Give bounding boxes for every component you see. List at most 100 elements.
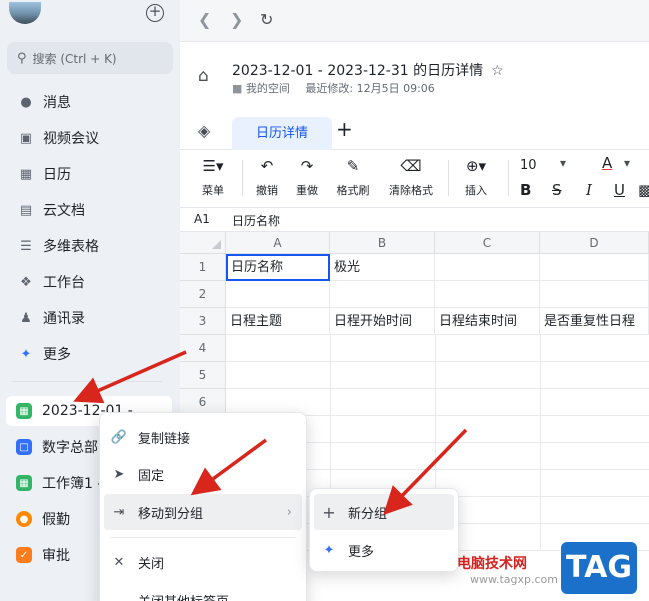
cell-A2[interactable]	[226, 281, 330, 308]
cell-B1[interactable]: 极光	[330, 254, 435, 281]
redo-button[interactable]: ↷ 重做	[292, 156, 322, 198]
sidebar-item-label: 多维表格	[43, 239, 99, 255]
divider	[12, 381, 162, 382]
font-size-select[interactable]: 10	[520, 158, 537, 173]
cell-B2[interactable]	[330, 281, 435, 308]
move-icon: ⇥	[113, 504, 125, 520]
row-header[interactable]: 5	[180, 362, 226, 389]
menu-item-pin[interactable]: ➤ 固定	[104, 456, 302, 492]
star-icon[interactable]: ☆	[491, 63, 504, 79]
more-apps-icon: ✦	[20, 346, 32, 362]
strikethrough-icon[interactable]: S	[552, 181, 562, 199]
doc-item-label: 审批	[42, 548, 70, 564]
font-color-icon[interactable]: A	[602, 154, 612, 172]
column-header[interactable]: B	[330, 232, 435, 254]
chevron-down-icon[interactable]: ▾	[560, 156, 566, 170]
pin-icon: ➤	[113, 466, 125, 482]
close-icon: ✕	[113, 554, 125, 570]
row-header[interactable]: 3	[180, 308, 226, 335]
search-input[interactable]: ⚲ 搜索 (Ctrl + K)	[7, 42, 173, 74]
doc-item-label: 工作簿1 -	[42, 476, 103, 492]
fill-color-icon[interactable]: ▩	[638, 181, 649, 199]
row-header[interactable]: 2	[180, 281, 226, 308]
menu-item-label: 移动到分组	[138, 506, 204, 522]
cell-C1[interactable]	[435, 254, 540, 281]
clear-format-button[interactable]: ⌫ 清除格式	[384, 156, 438, 198]
menu-item-label: 关闭其他标签页	[138, 591, 229, 601]
doc-icon: □	[16, 439, 32, 455]
tab-calendar-detail[interactable]: 日历详情	[232, 117, 332, 150]
row-header[interactable]: 4	[180, 335, 226, 362]
home-icon[interactable]: ⌂	[198, 66, 220, 88]
forward-icon[interactable]: ❯	[230, 10, 243, 29]
chevron-down-icon[interactable]: ▾	[624, 156, 630, 170]
cell-D1[interactable]	[540, 254, 649, 281]
group-submenu: + 新分组 ✦ 更多	[309, 488, 459, 572]
sidebar-item-label: 日历	[43, 167, 71, 183]
toolbar: ☰▾ 菜单 ↶ 撤销 ↷ 重做 ✎ 格式刷 ⌫ 清除格式 ⊕▾ 插入 10 ▾ …	[180, 150, 649, 208]
formula-input[interactable]: 日历名称	[232, 212, 280, 229]
page-title: 2023-12-01 - 2023-12-31 的日历详情 ☆	[232, 60, 504, 80]
contacts-icon: ♟	[20, 310, 32, 326]
avatar[interactable]	[9, 2, 41, 24]
doc-meta: ■ 我的空间 最近修改: 12月5日 09:06	[232, 80, 435, 96]
cell-A3[interactable]: 日程主题	[226, 308, 330, 335]
column-header[interactable]: D	[540, 232, 649, 254]
cell-D2[interactable]	[540, 281, 649, 308]
divider	[110, 537, 296, 538]
insert-button[interactable]: ⊕▾ 插入	[458, 156, 494, 198]
sidebar-item-cloud-docs[interactable]: ▤ 云文档	[0, 195, 180, 225]
menu-item-new-group[interactable]: + 新分组	[314, 494, 454, 530]
sidebar-item-video-meeting[interactable]: ▣ 视频会议	[0, 123, 180, 153]
link-icon: 🔗	[110, 429, 128, 445]
add-icon[interactable]: +	[146, 4, 164, 22]
select-all-corner[interactable]	[180, 232, 226, 254]
sidebar-item-label: 工作台	[43, 275, 85, 291]
browser-nav: ❮ ❯ ↻	[180, 0, 649, 42]
eraser-icon: ⌫	[400, 157, 422, 175]
menu-item-label: 新分组	[348, 506, 388, 522]
cell-B3[interactable]: 日程开始时间	[330, 308, 435, 335]
empty-row[interactable]	[226, 335, 649, 362]
cell-C2[interactable]	[435, 281, 540, 308]
watermark-logo: TAG	[561, 542, 637, 594]
add-tab-icon[interactable]: +	[336, 117, 353, 141]
cell-D3[interactable]: 是否重复性日程	[540, 308, 649, 335]
cell-reference[interactable]: A1	[194, 212, 210, 226]
sidebar-item-calendar[interactable]: ▦ 日历	[0, 159, 180, 189]
more-apps-icon: ✦	[323, 542, 335, 558]
bold-icon[interactable]: B	[520, 181, 531, 199]
italic-icon[interactable]: I	[586, 181, 592, 199]
menu-item-copy-link[interactable]: 🔗 复制链接	[104, 419, 302, 455]
format-painter-button[interactable]: ✎ 格式刷	[332, 156, 374, 198]
row-header[interactable]: 1	[180, 254, 226, 281]
column-header[interactable]: C	[435, 232, 540, 254]
menu-item-more[interactable]: ✦ 更多	[314, 532, 454, 568]
empty-row[interactable]	[226, 362, 649, 389]
sidebar-item-workbench[interactable]: ❖ 工作台	[0, 267, 180, 297]
sidebar-item-messages[interactable]: ● 消息	[0, 87, 180, 117]
menu-item-close[interactable]: ✕ 关闭	[104, 544, 302, 580]
cell-A1[interactable]: 日历名称	[226, 254, 330, 281]
underline-icon[interactable]: U	[614, 181, 625, 199]
back-icon[interactable]: ❮	[198, 10, 211, 29]
watermark-site: 电脑技术网	[457, 556, 527, 572]
grid-icon: ❖	[20, 274, 32, 290]
menu-item-label: 关闭	[138, 556, 165, 572]
sidebar-item-label: 通讯录	[43, 311, 85, 327]
cell-C3[interactable]: 日程结束时间	[435, 308, 540, 335]
undo-button[interactable]: ↶ 撤销	[252, 156, 282, 198]
insert-icon: ⊕▾	[465, 157, 487, 175]
sheet-icon: ▦	[16, 403, 32, 419]
sidebar-item-contacts[interactable]: ♟ 通讯录	[0, 303, 180, 333]
refresh-icon[interactable]: ↻	[260, 10, 273, 29]
sidebar-item-multi-table[interactable]: ☰ 多维表格	[0, 231, 180, 261]
menu-item-close-others[interactable]: 关闭其他标签页	[104, 581, 302, 601]
doc-location[interactable]: 我的空间	[246, 82, 290, 95]
menu-item-move-to-group[interactable]: ⇥ 移动到分组 ›	[104, 494, 302, 530]
approval-icon: ✓	[16, 547, 32, 563]
column-header[interactable]: A	[226, 232, 330, 254]
menu-button[interactable]: ☰▾ 菜单	[198, 156, 228, 198]
layers-icon[interactable]: ◈	[198, 121, 210, 140]
sidebar-item-more[interactable]: ✦ 更多	[0, 339, 180, 369]
